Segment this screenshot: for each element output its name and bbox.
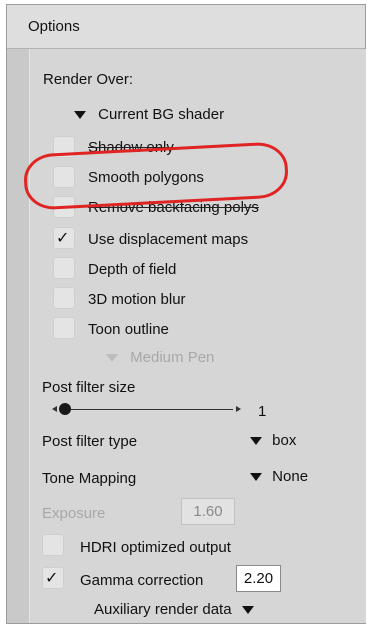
- gamma-field[interactable]: 2.20: [236, 565, 281, 592]
- toon-outline-label: Toon outline: [88, 321, 169, 338]
- gamma-label: Gamma correction: [80, 572, 204, 589]
- slider-right-arrow-icon[interactable]: [236, 406, 241, 412]
- post-filter-type-label: Post filter type: [42, 433, 138, 450]
- hdri-label: HDRI optimized output: [80, 539, 231, 556]
- render-over-dropdown[interactable]: Current BG shader: [74, 106, 224, 123]
- render-over-label: Render Over:: [43, 71, 134, 88]
- dropdown-triangle-icon: [241, 606, 254, 615]
- dropdown-triangle-icon: [106, 354, 118, 363]
- tone-mapping-dropdown[interactable]: None: [250, 468, 308, 485]
- dropdown-triangle-icon: [250, 473, 262, 482]
- motion-blur-label: 3D motion blur: [88, 291, 186, 308]
- depth-of-field-label: Depth of field: [88, 261, 177, 278]
- post-filter-type-dropdown[interactable]: box: [250, 432, 296, 449]
- options-header[interactable]: Options: [7, 5, 365, 49]
- slider-knob[interactable]: [59, 403, 71, 415]
- exposure-field: 1.60: [181, 498, 235, 525]
- toon-pen-value: Medium Pen: [130, 349, 215, 366]
- auxiliary-dropdown[interactable]: Auxiliary render data: [94, 601, 254, 618]
- options-panel: Options Render Over: Current BG shader S…: [6, 4, 366, 624]
- auxiliary-label: Auxiliary render data: [94, 601, 232, 618]
- depth-of-field-checkbox[interactable]: [53, 257, 75, 279]
- slider-left-arrow-icon[interactable]: [52, 406, 57, 412]
- tone-mapping-value: None: [272, 468, 309, 485]
- tone-mapping-label: Tone Mapping: [42, 470, 137, 487]
- dropdown-triangle-icon: [74, 111, 86, 120]
- exposure-label: Exposure: [42, 505, 106, 522]
- checkmark-icon: ✓: [45, 568, 59, 587]
- displacement-maps-label: Use displacement maps: [88, 231, 249, 248]
- dropdown-triangle-icon: [250, 437, 262, 446]
- toon-pen-dropdown: Medium Pen: [106, 349, 214, 366]
- toon-outline-checkbox[interactable]: [53, 317, 75, 339]
- checkmark-icon: ✓: [56, 228, 70, 247]
- post-filter-type-value: box: [272, 432, 297, 449]
- render-over-value: Current BG shader: [98, 106, 225, 123]
- displacement-maps-checkbox[interactable]: ✓: [53, 227, 75, 249]
- hdri-checkbox[interactable]: [42, 534, 64, 556]
- gamma-checkbox[interactable]: ✓: [42, 567, 64, 589]
- options-title: Options: [28, 18, 80, 35]
- post-filter-size-value: 1: [258, 403, 267, 420]
- post-filter-size-label: Post filter size: [42, 379, 136, 396]
- motion-blur-checkbox[interactable]: [53, 287, 75, 309]
- options-body: Render Over: Current BG shader Shadow on…: [29, 49, 366, 623]
- post-filter-size-slider[interactable]: [60, 409, 233, 410]
